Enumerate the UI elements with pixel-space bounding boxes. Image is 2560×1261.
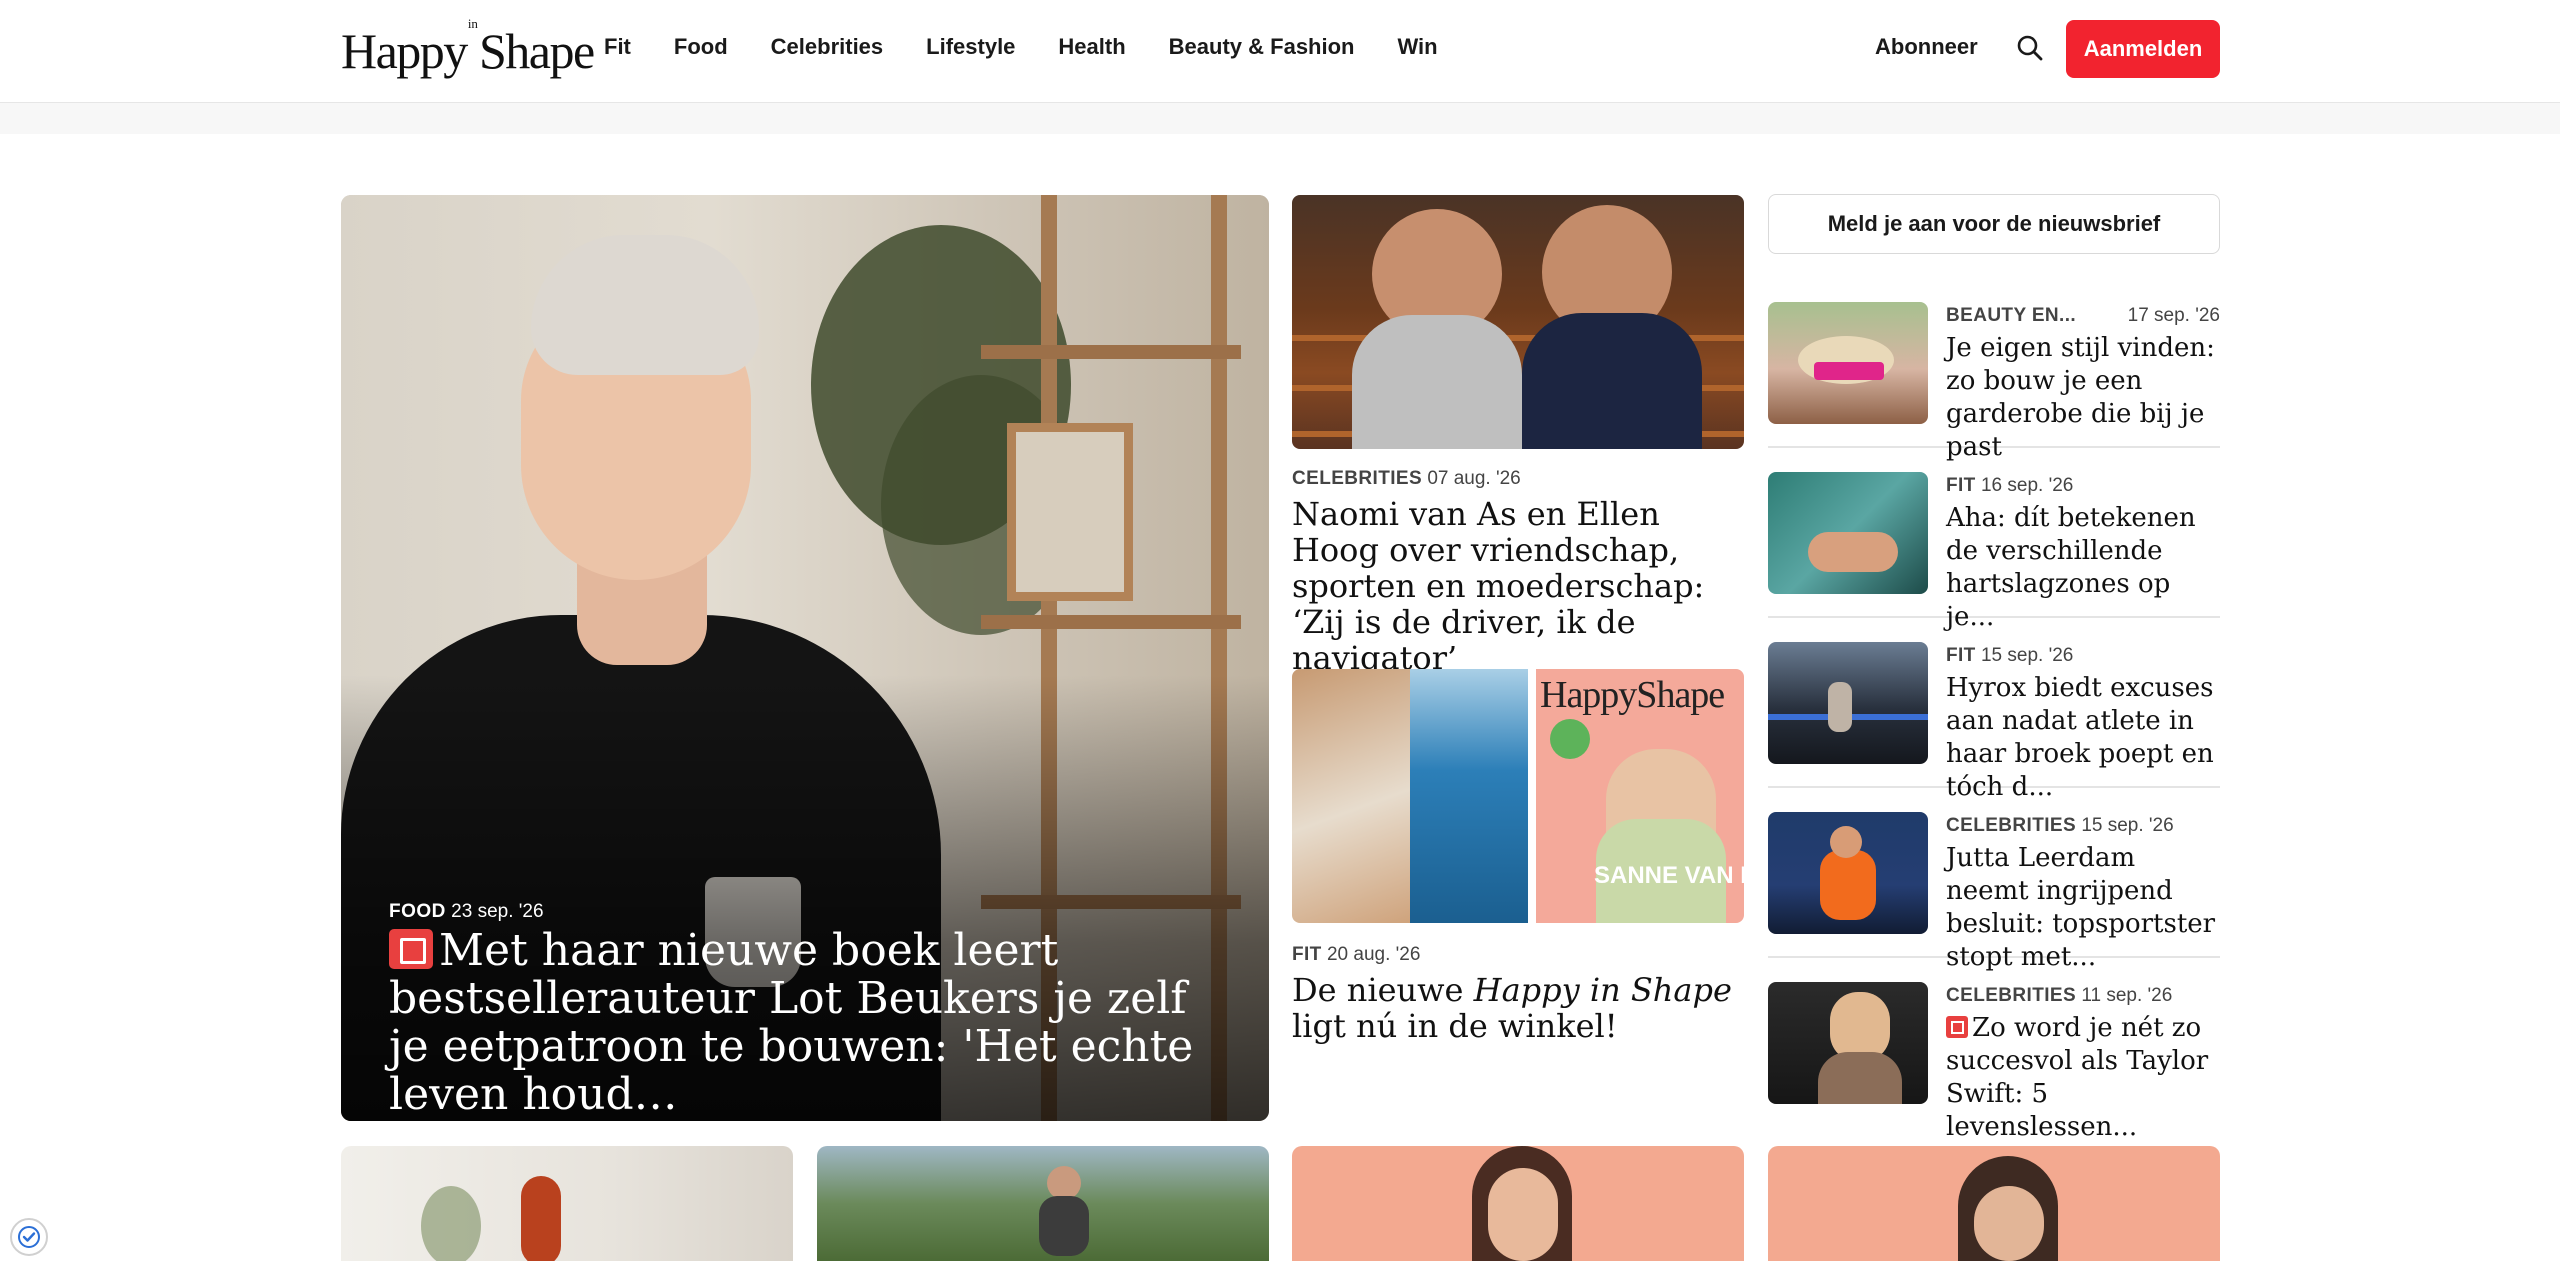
hero-meta: FOOD 23 sep. '26 [389, 901, 544, 923]
nav-item-fit[interactable]: Fit [604, 34, 631, 60]
newsletter-signup-button[interactable]: Meld je aan voor de nieuwsbrief [1768, 194, 2220, 254]
list-item[interactable]: CELEBRITIES 15 sep. '26 Jutta Leerdam ne… [1768, 788, 2220, 972]
list-item[interactable]: BEAUTY EN... 17 sep. '26 Je eigen stijl … [1768, 278, 2220, 462]
article-meta: FIT 20 aug. '26 [1292, 944, 1420, 966]
article-date: 16 sep. '26 [1980, 475, 2074, 496]
nav-item-win[interactable]: Win [1397, 34, 1437, 60]
article-title[interactable]: Aha: dít betekenen de verschillende hart… [1946, 502, 2220, 634]
hero-category[interactable]: FOOD [389, 901, 446, 922]
list-item[interactable]: FIT 15 sep. '26 Hyrox biedt excuses aan … [1768, 618, 2220, 802]
hero-image-frame [1007, 423, 1133, 601]
article-category[interactable]: CELEBRITIES [1946, 815, 2076, 836]
ad-strip [0, 103, 2560, 134]
nav-item-beauty-fashion[interactable]: Beauty & Fashion [1169, 34, 1355, 60]
nav-item-lifestyle[interactable]: Lifestyle [926, 34, 1015, 60]
magazine-cover: HappyShape SANNE VAN LIEROP [1536, 669, 1744, 923]
article-title[interactable]: Zo word je nét zo succesvol als Taylor S… [1946, 1012, 2220, 1144]
hero-article-card[interactable]: FOOD 23 sep. '26 Met haar nieuwe boek le… [341, 195, 1269, 1121]
article-date: 11 sep. '26 [2081, 985, 2173, 1006]
site-header: HappyinShape Fit Food Celebrities Lifest… [0, 0, 2560, 103]
article-category[interactable]: FIT [1946, 475, 1976, 496]
magazine-cover-logo: HappyShape [1540, 674, 1725, 716]
main-nav: Fit Food Celebrities Lifestyle Health Be… [604, 34, 1481, 60]
logo-sup: in [467, 16, 478, 32]
article-title[interactable]: Naomi van As en Ellen Hoog over vriendsc… [1292, 496, 1744, 676]
subscribe-link[interactable]: Abonneer [1875, 34, 1978, 60]
magazine-cover-name: SANNE VAN LIEROP [1594, 862, 1744, 889]
article-date: 07 aug. '26 [1427, 468, 1521, 489]
nav-item-health[interactable]: Health [1058, 34, 1125, 60]
article-date: 17 sep. '26 [2127, 305, 2220, 326]
premium-book-icon [1946, 1016, 1968, 1038]
list-item[interactable]: CELEBRITIES 11 sep. '26 Zo word je nét z… [1768, 958, 2220, 1142]
nav-item-food[interactable]: Food [674, 34, 728, 60]
article-card[interactable] [341, 1146, 793, 1261]
article-date: 15 sep. '26 [1980, 645, 2074, 666]
article-card[interactable] [1292, 1146, 1744, 1261]
privacy-settings-icon[interactable] [10, 1218, 48, 1256]
article-date: 15 sep. '26 [2081, 815, 2174, 836]
article-title[interactable]: Jutta Leerdam neemt ingrijpend besluit: … [1946, 842, 2220, 974]
article-date: 20 aug. '26 [1326, 944, 1421, 965]
article-image-magazine[interactable]: HappyShape SANNE VAN LIEROP [1292, 669, 1744, 923]
article-thumbnail[interactable] [1768, 472, 1928, 594]
list-item[interactable]: FIT 16 sep. '26 Aha: dít betekenen de ve… [1768, 448, 2220, 632]
login-button[interactable]: Aanmelden [2066, 20, 2220, 78]
article-category[interactable]: FIT [1292, 944, 1322, 965]
article-title[interactable]: Je eigen stijl vinden: zo bouw je een ga… [1946, 332, 2220, 464]
site-logo[interactable]: HappyinShape [341, 16, 595, 80]
article-thumbnail[interactable] [1768, 302, 1928, 424]
article-thumbnail[interactable] [1768, 812, 1928, 934]
article-category[interactable]: BEAUTY EN... [1946, 305, 2076, 326]
logo-text-right: Shape [478, 23, 595, 79]
article-thumbnail[interactable] [1768, 642, 1928, 764]
article-meta: CELEBRITIES 07 aug. '26 [1292, 468, 1521, 490]
search-icon[interactable] [2015, 33, 2045, 63]
article-category[interactable]: CELEBRITIES [1292, 468, 1422, 489]
premium-book-icon [389, 929, 433, 969]
article-card[interactable] [1768, 1146, 2220, 1261]
article-category[interactable]: FIT [1946, 645, 1976, 666]
article-title[interactable]: Hyrox biedt excuses aan nadat atlete in … [1946, 672, 2220, 804]
article-thumbnail[interactable] [1768, 982, 1928, 1104]
logo-text-left: Happy [341, 23, 468, 79]
article-title[interactable]: De nieuwe Happy in Shape ligt nú in de w… [1292, 972, 1744, 1044]
nav-item-celebrities[interactable]: Celebrities [771, 34, 884, 60]
hero-date: 23 sep. '26 [451, 901, 544, 922]
article-image-celebrities[interactable] [1292, 195, 1744, 449]
article-category[interactable]: CELEBRITIES [1946, 985, 2076, 1006]
article-card[interactable] [817, 1146, 1269, 1261]
hero-title[interactable]: Met haar nieuwe boek leert bestsel­lerau… [389, 927, 1229, 1119]
